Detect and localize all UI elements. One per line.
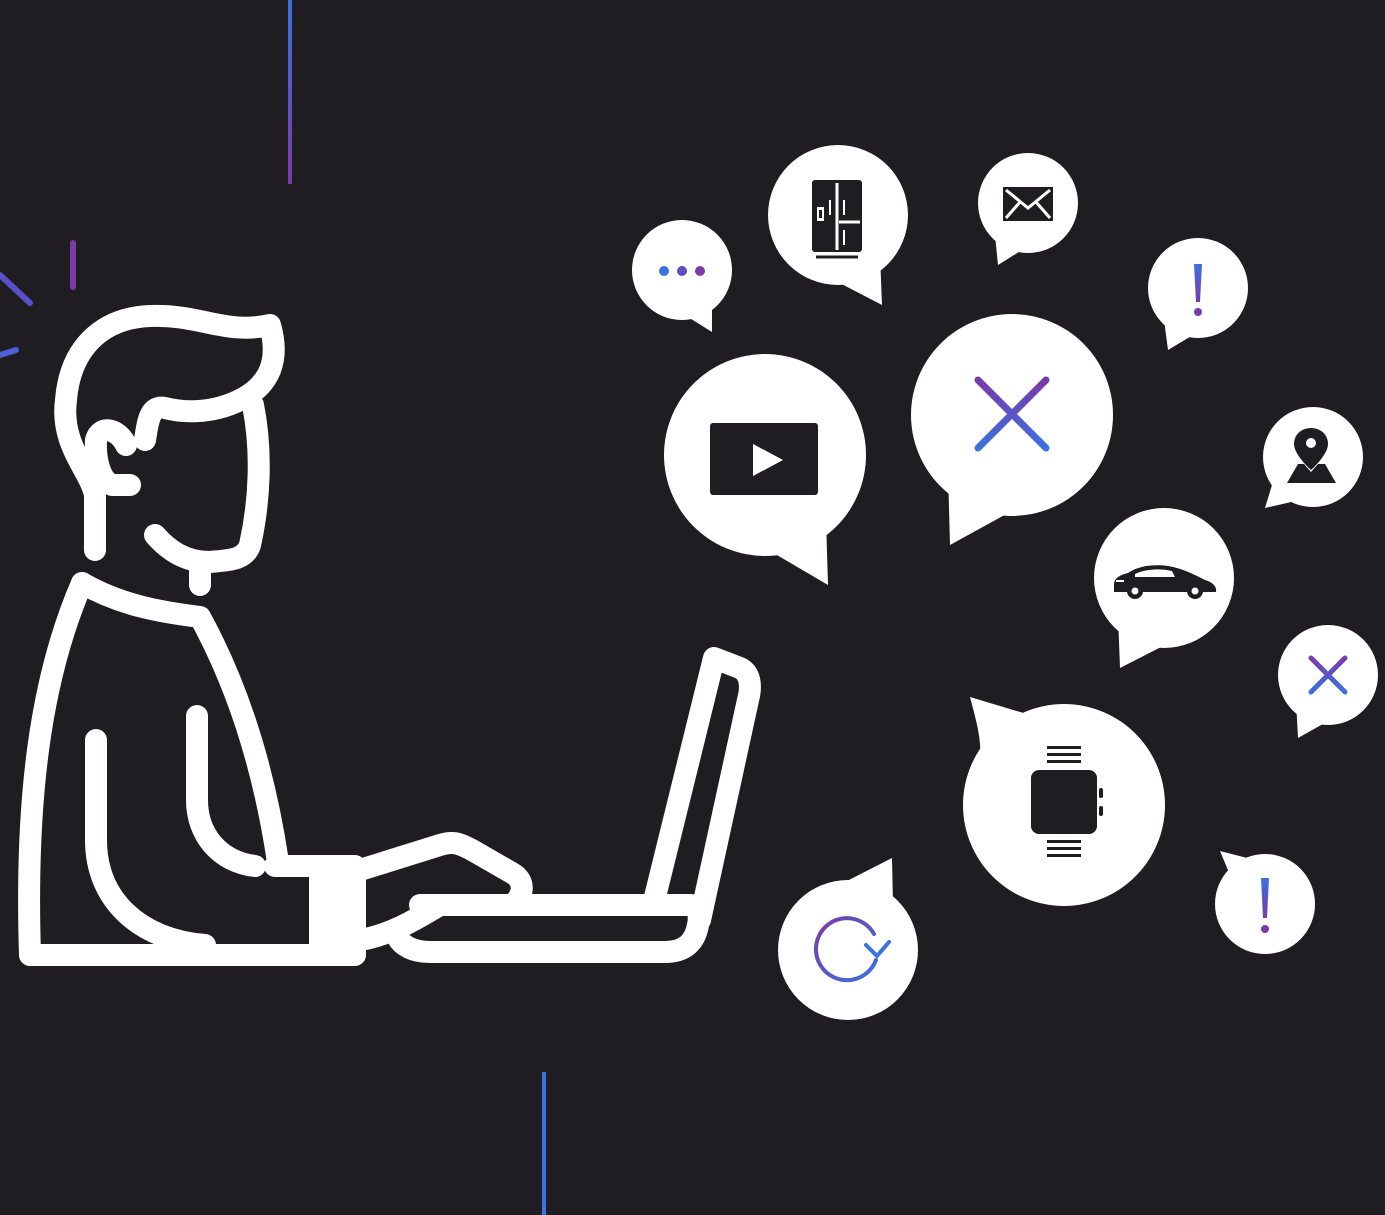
video-play-icon: [710, 423, 818, 495]
accent-line-top: [288, 0, 292, 184]
sleeve-cuff: [309, 861, 351, 961]
refrigerator-icon: [812, 180, 862, 259]
ellipsis-icon: [659, 266, 705, 276]
illustration-canvas: [0, 0, 1385, 1215]
accent-line-bottom: [542, 1072, 546, 1215]
envelope-icon: [1003, 187, 1053, 221]
